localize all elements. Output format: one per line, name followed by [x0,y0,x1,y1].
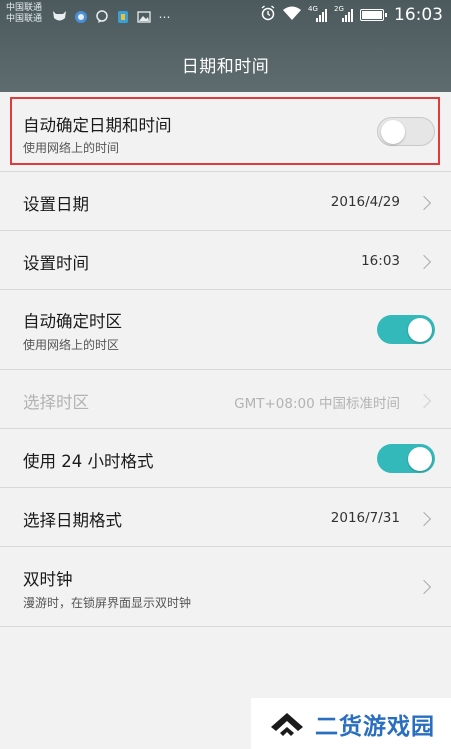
set-time-value: 16:03 [361,253,400,269]
watermark-logo-icon [267,707,307,741]
auto-timezone-toggle[interactable] [377,315,435,344]
dual-clock-row[interactable]: 双时钟 漫游时，在锁屏界面显示双时钟 [0,547,451,627]
more-notifications-icon: ⋯ [158,9,171,24]
carrier-info: 中国联通 中国联通 [6,3,42,25]
auto-datetime-toggle[interactable] [377,117,435,146]
select-timezone-value: GMT+08:00 中国标准时间 [234,396,400,412]
toggle-knob [381,119,405,144]
auto-datetime-title: 自动确定日期和时间 [23,116,172,135]
watermark: 二货游戏园 [251,698,451,749]
use-24h-title: 使用 24 小时格式 [23,452,154,471]
select-timezone-row: 选择时区 GMT+08:00 中国标准时间 [0,370,451,429]
notification-icons: ⋯ [52,9,172,24]
settings-list: 自动确定日期和时间 使用网络上的时间 设置日期 2016/4/29 设置时间 1… [0,92,451,627]
chevron-right-icon [416,393,432,409]
date-format-value: 2016/7/31 [330,510,400,526]
set-time-title: 设置时间 [23,254,89,273]
watermark-text: 二货游戏园 [315,713,435,740]
set-date-value: 2016/4/29 [330,194,400,210]
alarm-icon [260,5,276,25]
chevron-right-icon [416,195,432,211]
app-icon [115,9,130,24]
use-24h-toggle[interactable] [377,444,435,473]
toggle-knob [408,317,432,342]
status-bar: 中国联通 中国联通 ⋯ 4G 2G 16:03 [0,0,451,36]
select-timezone-title: 选择时区 [23,393,89,412]
status-clock: 16:03 [394,5,443,25]
set-date-row[interactable]: 设置日期 2016/4/29 [0,172,451,231]
set-date-title: 设置日期 [23,195,89,214]
image-icon [136,9,151,24]
browser-icon [73,9,88,24]
use-24h-row[interactable]: 使用 24 小时格式 [0,429,451,488]
carrier-2: 中国联通 [6,14,43,24]
chat-icon [94,9,109,24]
auto-timezone-row[interactable]: 自动确定时区 使用网络上的时区 [0,290,451,370]
auto-datetime-row[interactable]: 自动确定日期和时间 使用网络上的时间 [0,92,451,172]
battery-icon [360,9,387,21]
auto-datetime-subtitle: 使用网络上的时间 [23,141,120,155]
cat-icon [52,9,67,24]
signal-1-icon: 4G [308,5,328,23]
auto-timezone-subtitle: 使用网络上的时区 [23,338,120,352]
wifi-icon [282,5,302,25]
auto-timezone-title: 自动确定时区 [23,312,122,331]
title-bar: 中国联通 中国联通 ⋯ 4G 2G 16:03 日期和时间 [0,0,451,92]
chevron-right-icon [416,511,432,527]
date-format-title: 选择日期格式 [23,511,122,530]
date-format-row[interactable]: 选择日期格式 2016/7/31 [0,488,451,547]
toggle-knob [408,446,432,471]
dual-clock-subtitle: 漫游时，在锁屏界面显示双时钟 [23,596,192,610]
set-time-row[interactable]: 设置时间 16:03 [0,231,451,290]
page-title: 日期和时间 [181,57,270,77]
dual-clock-title: 双时钟 [23,570,73,589]
signal-2-icon: 2G [334,5,354,23]
chevron-right-icon [416,579,432,595]
carrier-1: 中国联通 [6,3,43,13]
status-right: 4G 2G 16:03 [260,5,443,25]
chevron-right-icon [416,254,432,270]
